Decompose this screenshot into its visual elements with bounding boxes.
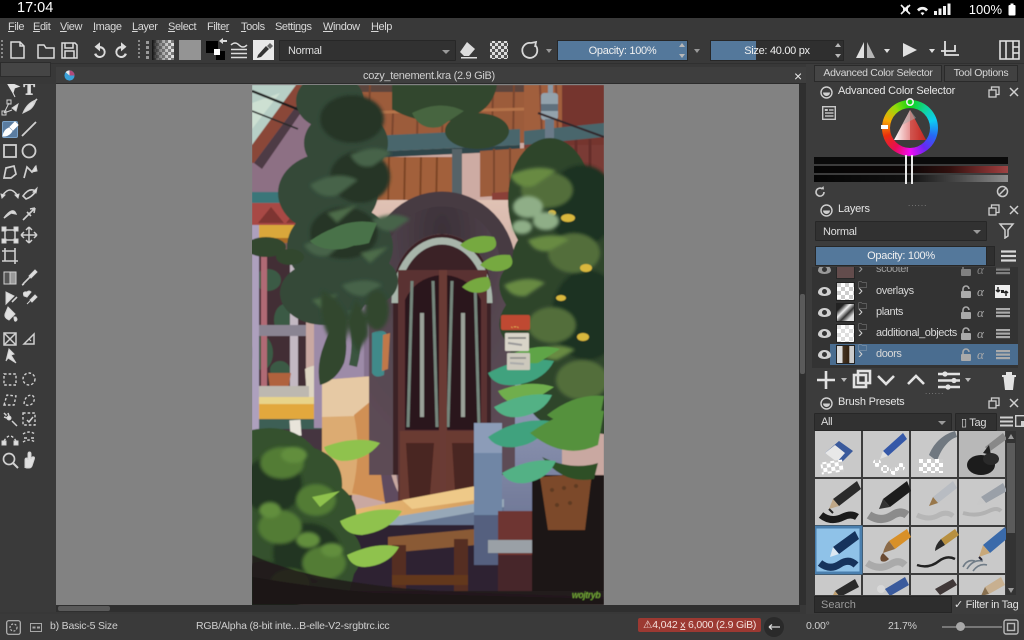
svg-text:α: α xyxy=(977,284,985,299)
svg-text:ˎˍˎ: ˎˍˎ xyxy=(511,318,520,328)
svg-text:α: α xyxy=(977,305,985,320)
svg-text:α: α xyxy=(977,347,985,362)
svg-text:α: α xyxy=(977,267,985,277)
svg-text:wojtryb: wojtryb xyxy=(572,590,601,600)
svg-text:T: T xyxy=(24,84,36,99)
svg-text:α: α xyxy=(977,326,985,341)
